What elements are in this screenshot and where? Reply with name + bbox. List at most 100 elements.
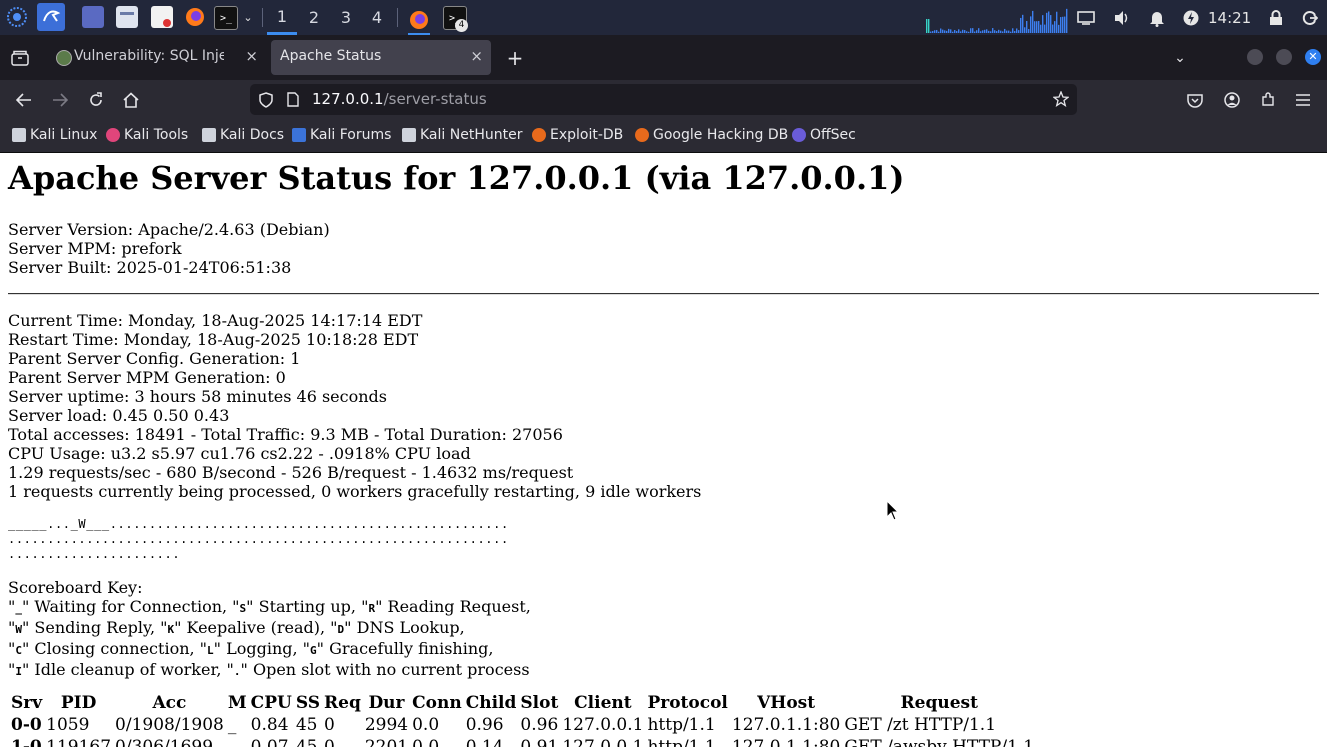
graph-bar <box>1004 28 1006 33</box>
terminal-launcher-icon[interactable]: >_ <box>214 6 238 30</box>
graph-bar <box>948 28 950 33</box>
extensions-icon[interactable] <box>1256 88 1280 112</box>
column-header: Dur <box>368 693 405 713</box>
file-manager-icon[interactable] <box>116 6 138 28</box>
graph-bar <box>942 29 944 33</box>
scoreboard-line: ...................... <box>8 547 181 561</box>
bookmark-kali-nethunter[interactable]: Kali NetHunter <box>402 127 522 143</box>
table-cell: 127.0.0.1 <box>562 737 644 747</box>
column-header: CPU <box>250 693 292 713</box>
scoreboard-key-line: "W" Sending Reply, "K" Keepalive (read),… <box>8 618 465 637</box>
minimize-button[interactable] <box>1247 49 1263 65</box>
column-header: Client <box>574 693 632 713</box>
workspace-1[interactable]: 1 <box>267 0 297 35</box>
close-window-button[interactable]: ✕ <box>1305 49 1321 65</box>
table-cell: 0.07 <box>250 737 289 747</box>
maximize-button[interactable] <box>1276 49 1292 65</box>
pocket-icon[interactable] <box>1183 88 1207 112</box>
workspace-4[interactable]: 4 <box>362 0 392 35</box>
column-header: M <box>227 693 247 713</box>
graph-bar <box>952 31 954 33</box>
bookmarks-toolbar: Kali Linux Kali Tools Kali Docs Kali For… <box>0 120 1327 153</box>
bookmark-label: Kali NetHunter <box>420 127 523 143</box>
show-desktop-icon[interactable] <box>82 6 104 28</box>
tab-strip: Vulnerability: SQL Injectio × Apache Sta… <box>0 35 1327 80</box>
graph-bar <box>980 31 982 33</box>
column-header: Protocol <box>647 693 728 713</box>
scoreboard-key-line: "I" Idle cleanup of worker, "." Open slo… <box>8 660 530 679</box>
bookmark-kali-linux[interactable]: Kali Linux <box>12 127 97 143</box>
table-cell: 0/1908/1908 <box>115 715 224 735</box>
bookmark-kali-tools[interactable]: Kali Tools <box>106 127 188 143</box>
tab-sql-injection[interactable]: Vulnerability: SQL Injectio × <box>50 40 266 75</box>
tracking-shield-icon[interactable] <box>259 92 273 112</box>
srv-link[interactable]: 1-0 <box>10 737 43 747</box>
bookmark-kali-docs[interactable]: Kali Docs <box>202 127 284 143</box>
list-all-tabs-icon[interactable]: ⌄ <box>1170 35 1190 80</box>
bookmark-exploit-db[interactable]: Exploit-DB <box>532 127 623 143</box>
scoreboard-key: Scoreboard Key: "_" Waiting for Connecti… <box>8 578 531 681</box>
table-cell: 0.91 <box>520 737 559 747</box>
kali-menu-icon[interactable] <box>6 6 28 28</box>
table-cell: GET /awsbv HTTP/1.1 <box>844 737 1035 747</box>
graph-bar <box>976 30 978 33</box>
server-load: Server load: 0.45 0.50 0.43 <box>8 406 230 425</box>
graph-bar <box>1000 30 1002 33</box>
url-text[interactable]: 127.0.0.1/server-status <box>312 90 487 108</box>
power-status-icon[interactable] <box>1181 0 1201 35</box>
server-uptime: Server uptime: 3 hours 58 minutes 46 sec… <box>8 387 387 406</box>
table-cell: 0.84 <box>250 715 289 735</box>
workspace-3[interactable]: 3 <box>331 0 361 35</box>
firefox-view-icon[interactable] <box>9 35 31 80</box>
url-bar[interactable]: 127.0.0.1/server-status <box>250 84 1077 115</box>
workspace-2[interactable]: 2 <box>299 0 329 35</box>
table-cell: 2994 <box>364 715 409 735</box>
forward-icon[interactable] <box>48 88 72 112</box>
account-icon[interactable] <box>1220 88 1244 112</box>
graph-bar <box>930 31 932 33</box>
firefox-window-icon[interactable] <box>408 6 430 36</box>
config-generation: Parent Server Config. Generation: 1 <box>8 349 301 368</box>
firefox-launcher-icon[interactable] <box>184 6 206 28</box>
volume-icon[interactable] <box>1112 0 1132 35</box>
app-menu-icon[interactable] <box>1291 88 1315 112</box>
lock-icon[interactable] <box>1266 0 1286 35</box>
table-cell: 0.96 <box>465 715 504 735</box>
kali-forums-icon <box>292 128 306 142</box>
back-icon[interactable] <box>12 88 36 112</box>
srv-link[interactable]: 0-0 <box>10 715 43 735</box>
graph-bar <box>1046 12 1048 33</box>
home-icon[interactable] <box>119 88 143 112</box>
page-info-icon[interactable] <box>287 92 299 111</box>
graph-bar <box>1028 29 1030 33</box>
bookmark-offsec[interactable]: OffSec <box>792 127 856 143</box>
bookmark-label: Kali Tools <box>124 127 189 143</box>
display-icon[interactable] <box>1076 0 1096 35</box>
tab-close-icon[interactable]: × <box>470 47 483 65</box>
chevron-down-icon[interactable]: ⌄ <box>240 0 256 35</box>
text-editor-icon[interactable] <box>151 6 173 28</box>
graph-bar <box>950 29 952 33</box>
taskbar: >_ ⌄ 1 2 3 4 >_ 4 14:21 <box>0 0 1327 36</box>
bookmark-google-hacking-db[interactable]: Google Hacking DB <box>635 127 788 143</box>
table-cell: 0 <box>324 737 335 747</box>
page-content: Apache Server Status for 127.0.0.1 (via … <box>0 153 1327 747</box>
graph-bar <box>1044 24 1046 33</box>
worker-summary: 1 requests currently being processed, 0 … <box>8 482 702 501</box>
tab-apache-status[interactable]: Apache Status × <box>271 40 491 75</box>
graph-bar <box>1022 14 1024 33</box>
notification-bell-icon[interactable] <box>1147 0 1167 35</box>
server-mpm: Server MPM: prefork <box>8 239 182 258</box>
bookmark-kali-forums[interactable]: Kali Forums <box>292 127 391 143</box>
column-header: PID <box>60 693 97 713</box>
reload-icon[interactable] <box>84 88 108 112</box>
new-tab-button[interactable]: + <box>504 35 526 80</box>
graph-bar <box>1008 30 1010 33</box>
kali-dragon-icon[interactable] <box>37 3 65 31</box>
graph-bar <box>1056 11 1058 33</box>
logout-icon[interactable] <box>1300 0 1320 35</box>
graph-bar <box>964 30 966 33</box>
tab-close-icon[interactable]: × <box>245 47 258 65</box>
bookmark-star-icon[interactable] <box>1052 90 1070 111</box>
table-cell: 0.0 <box>412 737 440 747</box>
